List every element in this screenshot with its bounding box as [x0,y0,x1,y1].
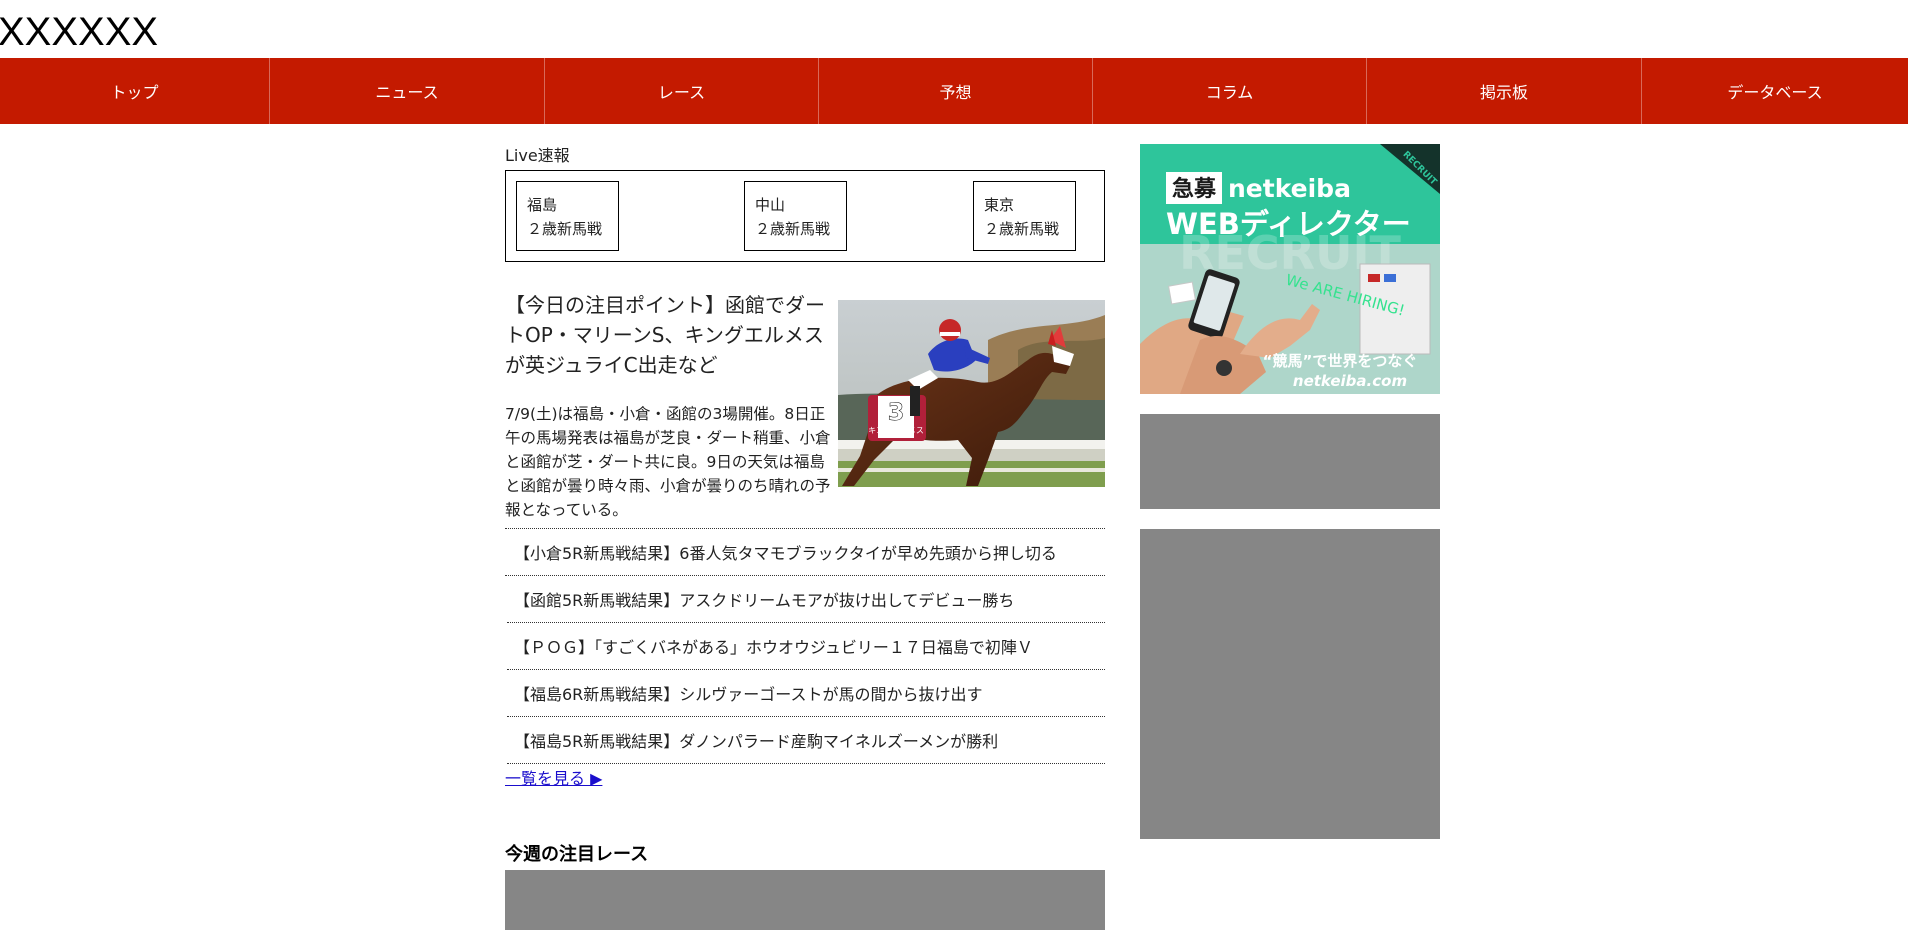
ad-placeholder-small[interactable] [1140,414,1440,509]
racehorse-photo: 3 キングエルメス [838,300,1105,487]
recruit-footer-brand: netkeiba.com [1293,372,1407,390]
view-all-news-link[interactable]: 一覧を見る ▶ [505,768,602,790]
feature-article: 【今日の注目ポイント】函館でダートOP・マリーンS、キングエルメスが英ジュライC… [505,290,1105,528]
feature-photo[interactable]: 3 キングエルメス [838,300,1105,487]
saddle-number: 3 [888,398,905,426]
live-card-race: ２歳新馬戦 [755,220,831,238]
nav-item-race[interactable]: レース [545,58,819,124]
news-item[interactable]: 【ＰＯＧ】「すごくバネがある」ホウオウジュビリー１７日福島で初陣Ｖ [507,623,1105,670]
recruit-tagline: “競馬”で世界をつなぐ [1263,352,1418,370]
global-nav: トップ ニュース レース 予想 コラム 掲示板 データベース [0,58,1908,124]
nav-item-prediction[interactable]: 予想 [819,58,1093,124]
recruit-ad-graphic: RECRUIT RECRUIT 急募 netkeiba WEBディレクター We… [1140,144,1440,394]
recruit-badge: 急募 [1172,176,1217,202]
live-card-fukushima[interactable]: 福島 ２歳新馬戦 [516,181,619,251]
live-card-venue: 福島 [527,196,558,214]
nav-item-top[interactable]: トップ [0,58,270,124]
live-card-nakayama[interactable]: 中山 ２歳新馬戦 [744,181,847,251]
recruit-headline: WEBディレクター [1166,207,1411,241]
feature-title[interactable]: 【今日の注目ポイント】函館でダートOP・マリーンS、キングエルメスが英ジュライC… [505,290,835,380]
live-box: 福島 ２歳新馬戦 中山 ２歳新馬戦 東京 ２歳新馬戦 [505,170,1105,262]
nav-item-board[interactable]: 掲示板 [1367,58,1642,124]
news-item[interactable]: 【小倉5R新馬戦結果】6番人気タマモブラックタイが早め先頭から押し切る [505,529,1105,576]
ad-placeholder-large[interactable] [1140,529,1440,839]
recruit-banner-ad[interactable]: RECRUIT RECRUIT 急募 netkeiba WEBディレクター We… [1140,144,1440,394]
live-card-race: ２歳新馬戦 [527,220,603,238]
nav-item-database[interactable]: データベース [1642,58,1908,124]
site-logo[interactable]: XXXXXX [0,8,158,56]
nav-item-news[interactable]: ニュース [270,58,545,124]
feature-summary: 7/9(土)は福島・小倉・函館の3場開催。8日正午の馬場発表は福島が芝良・ダート… [505,405,831,519]
recruit-brand: netkeiba [1228,174,1351,203]
live-card-venue: 東京 [984,196,1015,214]
sidebar: RECRUIT RECRUIT 急募 netkeiba WEBディレクター We… [1140,144,1440,839]
news-item[interactable]: 【福島5R新馬戦結果】ダノンパラード産駒マイネルズーメンが勝利 [507,717,1105,764]
main-column: Live速報 福島 ２歳新馬戦 中山 ２歳新馬戦 東京 ２歳新馬戦 【今日の注目… [505,144,1105,930]
live-card-tokyo[interactable]: 東京 ２歳新馬戦 [973,181,1076,251]
weekly-races-placeholder [505,870,1105,930]
live-section-title: Live速報 [505,146,570,165]
live-card-venue: 中山 [755,196,786,214]
live-card-race: ２歳新馬戦 [984,220,1060,238]
weekly-races-heading: 今週の注目レース [505,844,649,865]
saddle-name: キングエルメス [868,425,924,435]
news-item[interactable]: 【函館5R新馬戦結果】アスクドリームモアが抜け出してデビュー勝ち [507,576,1105,623]
nav-item-column[interactable]: コラム [1093,58,1367,124]
news-item[interactable]: 【福島6R新馬戦結果】シルヴァーゴーストが馬の間から抜け出す [507,670,1105,717]
news-list: 【小倉5R新馬戦結果】6番人気タマモブラックタイが早め先頭から押し切る 【函館5… [505,528,1105,764]
